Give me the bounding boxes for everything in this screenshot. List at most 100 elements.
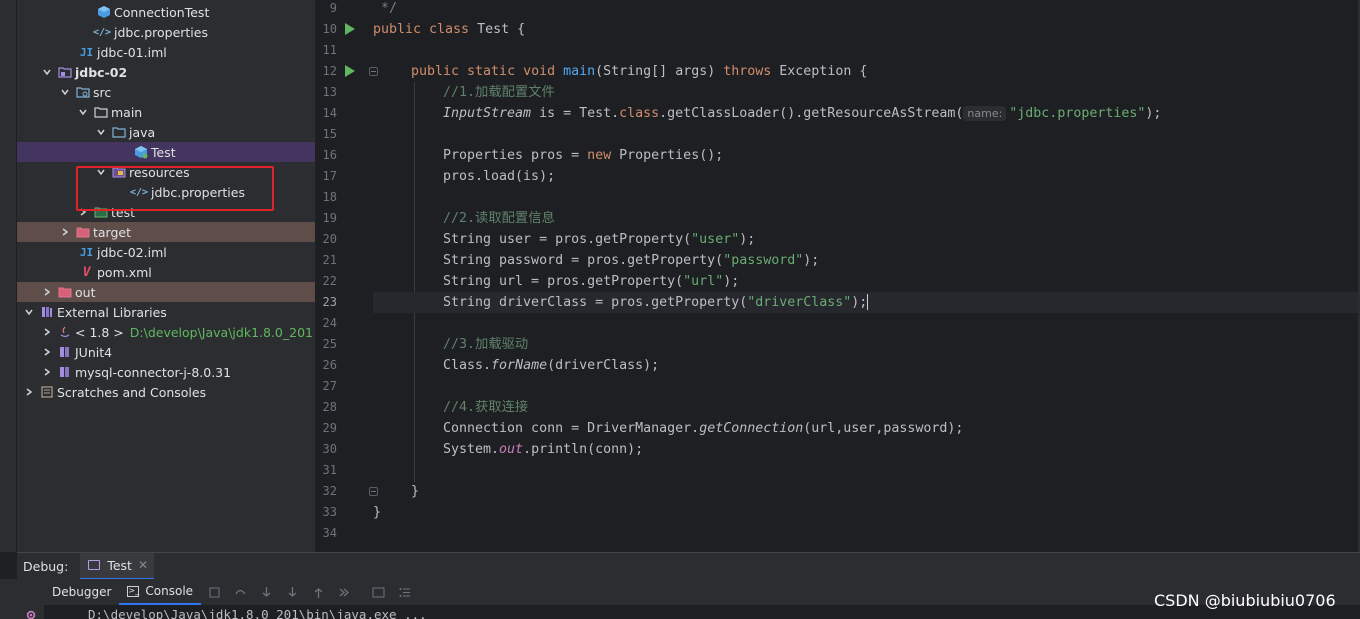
line-number: 33: [322, 505, 337, 519]
highlight-annotation-box: [76, 166, 274, 211]
code-line-33[interactable]: }: [373, 502, 1360, 523]
project-tree[interactable]: ConnectionTest </> jdbc.properties JI jd…: [17, 0, 316, 552]
tree-item-junit4[interactable]: JUnit4: [17, 342, 315, 362]
tree-item-label: jdbc-02: [75, 64, 128, 80]
run-class-icon[interactable]: [345, 23, 355, 35]
chevron-right-icon[interactable]: [59, 226, 71, 238]
debug-tab-label: Test: [107, 557, 132, 573]
tree-item-out[interactable]: out: [17, 282, 315, 302]
tree-item-test-class[interactable]: Test: [17, 142, 315, 162]
comment: */: [373, 1, 398, 16]
code-line-16[interactable]: Properties pros = new Properties();: [373, 145, 1360, 166]
code-text: String password = pros.getProperty(: [443, 253, 724, 268]
tree-item-label: out: [75, 284, 96, 300]
chevron-right-icon[interactable]: [41, 366, 53, 378]
chevron-right-icon[interactable]: [23, 386, 35, 398]
step-into-icon[interactable]: [253, 579, 279, 605]
code-line-21[interactable]: String password = pros.getProperty("pass…: [373, 250, 1360, 271]
tree-item-target[interactable]: target: [17, 222, 315, 242]
tree-item-main[interactable]: main: [17, 102, 315, 122]
step-out-icon[interactable]: [305, 579, 331, 605]
code-line-22[interactable]: String url = pros.getProperty("url");: [373, 271, 1360, 292]
tree-item-jdk[interactable]: < 1.8 > D:\develop\Java\jdk1.8.0_201: [17, 322, 315, 342]
code-line-30[interactable]: System.out.println(conn);: [373, 439, 1360, 460]
code-text: );: [851, 295, 868, 310]
code-line-29[interactable]: Connection conn = DriverManager.getConne…: [373, 418, 1360, 439]
tree-item-jdbc-properties[interactable]: </> jdbc.properties: [17, 22, 315, 42]
evaluate-expression-icon[interactable]: [365, 579, 391, 605]
line-number: 31: [322, 463, 337, 477]
tree-item-label: mysql-connector-j-8.0.31: [75, 364, 232, 380]
tree-item-label: pom.xml: [97, 264, 152, 280]
tree-item-label: JUnit4: [75, 344, 113, 360]
settings-gear-icon[interactable]: [24, 609, 38, 619]
tree-item-jdbc-02-iml[interactable]: JI jdbc-02.iml: [17, 242, 315, 262]
line-number: 27: [322, 379, 337, 393]
parameter-hint: name:: [963, 106, 1007, 121]
chevron-right-icon[interactable]: [41, 326, 53, 338]
step-over-icon[interactable]: [227, 579, 253, 605]
code-text: }: [373, 505, 382, 520]
tree-item-java[interactable]: java: [17, 122, 315, 142]
tree-item-scratches[interactable]: Scratches and Consoles: [17, 382, 315, 402]
tab-label: Debugger: [52, 585, 112, 599]
code-line-32[interactable]: }: [373, 481, 1360, 502]
line-number: 32: [322, 484, 337, 498]
code-line-13[interactable]: //1.加载配置文件: [373, 82, 1360, 103]
tree-item-jdbc-02[interactable]: jdbc-02: [17, 62, 315, 82]
code-text: (url,user,password);: [803, 421, 964, 436]
static-method: forName: [491, 358, 548, 373]
chevron-right-icon[interactable]: [41, 346, 53, 358]
code-line-14[interactable]: InputStream is = Test.class.getClassLoad…: [373, 103, 1360, 124]
source-root-folder-icon: [111, 125, 126, 139]
watermark: CSDN @biubiubiu0706: [1154, 591, 1336, 610]
string-literal: "jdbc.properties": [1009, 106, 1146, 121]
line-number: 10: [322, 22, 337, 36]
tab-console[interactable]: >_ Console: [119, 579, 202, 605]
code-line-19[interactable]: //2.读取配置信息: [373, 208, 1360, 229]
code-text: (driverClass);: [547, 358, 660, 373]
tree-item-external-libraries[interactable]: External Libraries: [17, 302, 315, 322]
chevron-down-icon[interactable]: [41, 66, 53, 78]
threads-icon[interactable]: [391, 579, 417, 605]
force-step-into-icon[interactable]: [279, 579, 305, 605]
tree-item-label: jdbc.properties: [114, 24, 208, 40]
keyword: public static void: [411, 64, 564, 79]
code-line-20[interactable]: String user = pros.getProperty("user");: [373, 229, 1360, 250]
tree-item-jdbc-01-iml[interactable]: JI jdbc-01.iml: [17, 42, 315, 62]
tree-item-connectiontest[interactable]: ConnectionTest: [17, 2, 315, 22]
tree-item-label: src: [93, 84, 112, 100]
layout-icon[interactable]: [201, 579, 227, 605]
code-text: }: [411, 484, 420, 499]
run-main-icon[interactable]: [345, 65, 355, 77]
debug-session-tab[interactable]: Test ✕: [80, 552, 155, 580]
tree-item-label: ConnectionTest: [114, 4, 210, 20]
chevron-down-icon[interactable]: [59, 86, 71, 98]
code-line-12[interactable]: public static void main(String[] args) t…: [373, 61, 1360, 82]
code-line-10[interactable]: public class Test {: [373, 19, 1360, 40]
tab-debugger[interactable]: Debugger: [44, 579, 119, 605]
code-line-9[interactable]: */: [373, 0, 1360, 19]
chevron-down-icon[interactable]: [77, 106, 89, 118]
close-icon[interactable]: ✕: [138, 558, 148, 572]
chevron-down-icon[interactable]: [95, 126, 107, 138]
chevron-down-icon[interactable]: [23, 306, 35, 318]
tree-item-mysql-connector[interactable]: mysql-connector-j-8.0.31: [17, 362, 315, 382]
chevron-right-icon[interactable]: [41, 286, 53, 298]
code-line-23[interactable]: String driverClass = pros.getProperty("d…: [373, 292, 1360, 313]
comment: //3.加载驱动: [443, 337, 529, 352]
code-line-17[interactable]: pros.load(is);: [373, 166, 1360, 187]
tree-item-src[interactable]: src: [17, 82, 315, 102]
run-to-cursor-icon[interactable]: [331, 579, 357, 605]
tree-item-pom-xml[interactable]: V pom.xml: [17, 262, 315, 282]
code-line-28[interactable]: //4.获取连接: [373, 397, 1360, 418]
tree-item-label: < 1.8 >: [75, 324, 124, 340]
line-number: 23: [322, 295, 337, 309]
code-text: System.: [443, 442, 500, 457]
editor-gutter: 9 10 11 12 13 14 15 16 17 18 19 20 21 22…: [317, 0, 378, 552]
code-editor[interactable]: 9 10 11 12 13 14 15 16 17 18 19 20 21 22…: [317, 0, 1360, 552]
string-literal: "user": [691, 232, 740, 247]
code-line-25[interactable]: //3.加载驱动: [373, 334, 1360, 355]
tree-item-label: main: [111, 104, 143, 120]
code-line-26[interactable]: Class.forName(driverClass);: [373, 355, 1360, 376]
